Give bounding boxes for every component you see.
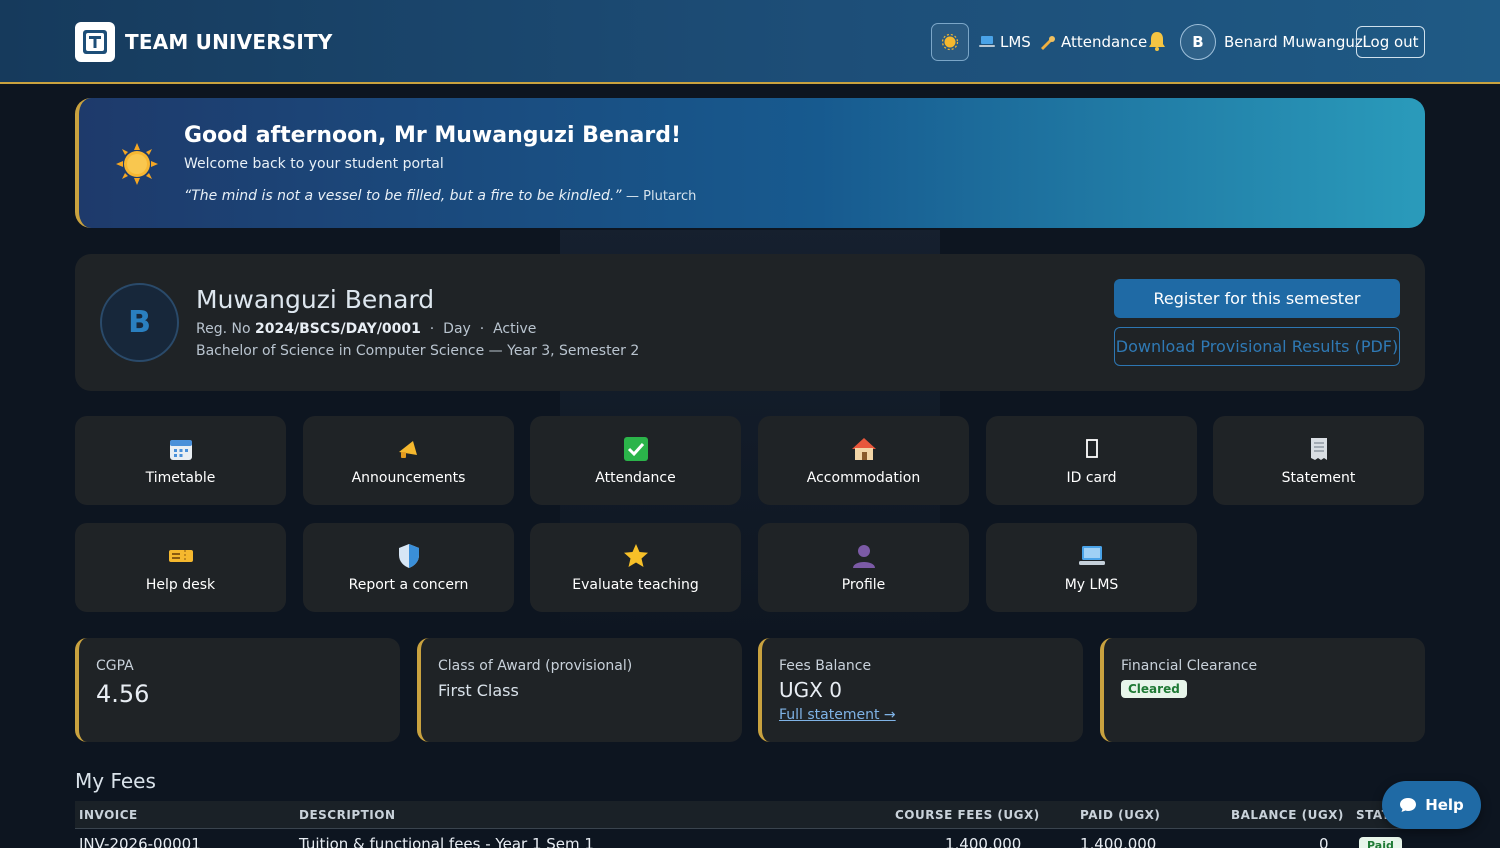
tile-evaluate-teaching[interactable]: Evaluate teaching (530, 523, 741, 612)
tile-label: Help desk (145, 576, 216, 593)
tile-label: Announcements (351, 469, 466, 486)
invoice-cell: INV-2026-00001 (79, 835, 201, 848)
user-avatar[interactable]: B (1180, 24, 1216, 60)
student-status: Active (493, 321, 537, 337)
sun-icon (941, 33, 959, 51)
quote-author: — Plutarch (626, 189, 697, 204)
student-avatar: B (100, 283, 179, 362)
study-mode: Day (443, 321, 471, 337)
tile-label: Statement (1281, 469, 1356, 486)
student-profile-card: B Muwanguzi Benard Reg. No 2024/BSCS/DAY… (75, 254, 1425, 391)
tile-timetable[interactable]: Timetable (75, 416, 286, 505)
fees-balance-label: Fees Balance (779, 658, 872, 674)
tile-announcements[interactable]: Announcements (303, 416, 514, 505)
quote-text: “The mind is not a vessel to be filled, … (184, 188, 622, 204)
greeting-title: Good afternoon, Mr Muwanguzi Benard! (184, 123, 681, 148)
register-semester-button[interactable]: Register for this semester (1114, 279, 1400, 318)
nav-attendance-link[interactable]: Attendance (1039, 33, 1147, 51)
receipt-icon (1306, 436, 1332, 462)
course-fees-cell: 1,400,000 (945, 835, 1022, 848)
financial-clearance-card: Financial Clearance Cleared (1100, 638, 1425, 742)
tile-profile[interactable]: Profile (758, 523, 969, 612)
tile-id-card[interactable]: ID card (986, 416, 1197, 505)
balance-cell: 0 (1319, 835, 1329, 848)
laptop-icon (1078, 543, 1105, 569)
logout-button[interactable]: Log out (1356, 26, 1425, 58)
tile-label: Evaluate teaching (572, 576, 699, 593)
col-course-fees: COURSE FEES (UGX) (895, 808, 1040, 822)
tile-label: Timetable (145, 469, 216, 486)
student-registration: Reg. No 2024/BSCS/DAY/0001 · Day · Activ… (196, 321, 537, 337)
top-navigation-bar: TEAM UNIVERSITY LMS Attendance B Benard … (0, 0, 1500, 84)
my-fees-heading: My Fees (75, 769, 156, 793)
tile-label: My LMS (1064, 576, 1119, 593)
shield-logo-icon (83, 30, 107, 54)
ticket-icon (168, 543, 194, 569)
theme-toggle-button[interactable] (931, 23, 969, 61)
sun-icon (116, 143, 158, 185)
house-icon (851, 436, 877, 462)
reg-number: 2024/BSCS/DAY/0001 (255, 321, 421, 337)
laptop-icon (979, 36, 995, 47)
help-label: Help (1425, 796, 1464, 814)
col-description: DESCRIPTION (299, 808, 396, 822)
full-statement-link[interactable]: Full statement → (779, 707, 896, 723)
table-row[interactable]: INV-2026-00001 Tuition & functional fees… (75, 829, 1425, 848)
shield-icon (396, 543, 422, 569)
user-name[interactable]: Benard Muwanguzi (1224, 33, 1367, 51)
tile-statement[interactable]: Statement (1213, 416, 1424, 505)
award-label: Class of Award (provisional) (438, 658, 633, 674)
class-of-award-card: Class of Award (provisional) First Class (417, 638, 742, 742)
tile-help-desk[interactable]: Help desk (75, 523, 286, 612)
greeting-quote: “The mind is not a vessel to be filled, … (184, 188, 696, 204)
col-balance: BALANCE (UGX) (1231, 808, 1344, 822)
student-programme: Bachelor of Science in Computer Science … (196, 343, 640, 359)
cgpa-value: 4.56 (96, 680, 150, 708)
col-invoice: INVOICE (79, 808, 138, 822)
download-results-button[interactable]: Download Provisional Results (PDF) (1114, 327, 1400, 366)
fees-balance-card: Fees Balance UGX 0 Full statement → (758, 638, 1083, 742)
cgpa-card: CGPA 4.56 (75, 638, 400, 742)
check-icon (623, 436, 649, 462)
award-value: First Class (438, 681, 519, 700)
calendar-icon (168, 436, 194, 462)
nav-attendance-label: Attendance (1061, 33, 1148, 51)
megaphone-icon (396, 436, 422, 462)
tile-label: Profile (841, 576, 886, 593)
greeting-banner: Good afternoon, Mr Muwanguzi Benard! Wel… (75, 98, 1425, 228)
writing-hand-icon (1041, 35, 1055, 50)
status-badge: Paid (1359, 837, 1402, 848)
university-logo[interactable] (75, 22, 115, 62)
student-name: Muwanguzi Benard (196, 285, 435, 314)
help-button[interactable]: Help (1382, 781, 1481, 829)
id-card-icon (1079, 436, 1105, 462)
fees-table-header: INVOICE DESCRIPTION COURSE FEES (UGX) PA… (75, 801, 1425, 829)
reg-label: Reg. No (196, 321, 251, 337)
tile-label: ID card (1066, 469, 1117, 486)
tile-my-lms[interactable]: My LMS (986, 523, 1197, 612)
star-icon (623, 543, 649, 569)
cleared-badge: Cleared (1121, 680, 1187, 698)
tile-accommodation[interactable]: Accommodation (758, 416, 969, 505)
description-cell: Tuition & functional fees - Year 1 Sem 1 (299, 835, 594, 848)
fees-balance-value: UGX 0 (779, 678, 842, 702)
paid-cell: 1,400,000 (1080, 835, 1157, 848)
tile-label: Attendance (595, 469, 676, 486)
nav-lms-label: LMS (1000, 33, 1031, 51)
tile-label: Report a concern (348, 576, 469, 593)
tile-attendance[interactable]: Attendance (530, 416, 741, 505)
greeting-subtitle: Welcome back to your student portal (184, 156, 444, 172)
chat-bubble-icon (1400, 798, 1417, 812)
person-icon (851, 543, 877, 569)
tile-label: Accommodation (806, 469, 921, 486)
brand-name[interactable]: TEAM UNIVERSITY (125, 30, 333, 54)
tile-report-concern[interactable]: Report a concern (303, 523, 514, 612)
col-paid: PAID (UGX) (1080, 808, 1161, 822)
cgpa-label: CGPA (96, 658, 134, 674)
nav-lms-link[interactable]: LMS (979, 33, 1031, 51)
notifications-bell-icon[interactable] (1147, 30, 1167, 57)
clearance-label: Financial Clearance (1121, 658, 1258, 674)
